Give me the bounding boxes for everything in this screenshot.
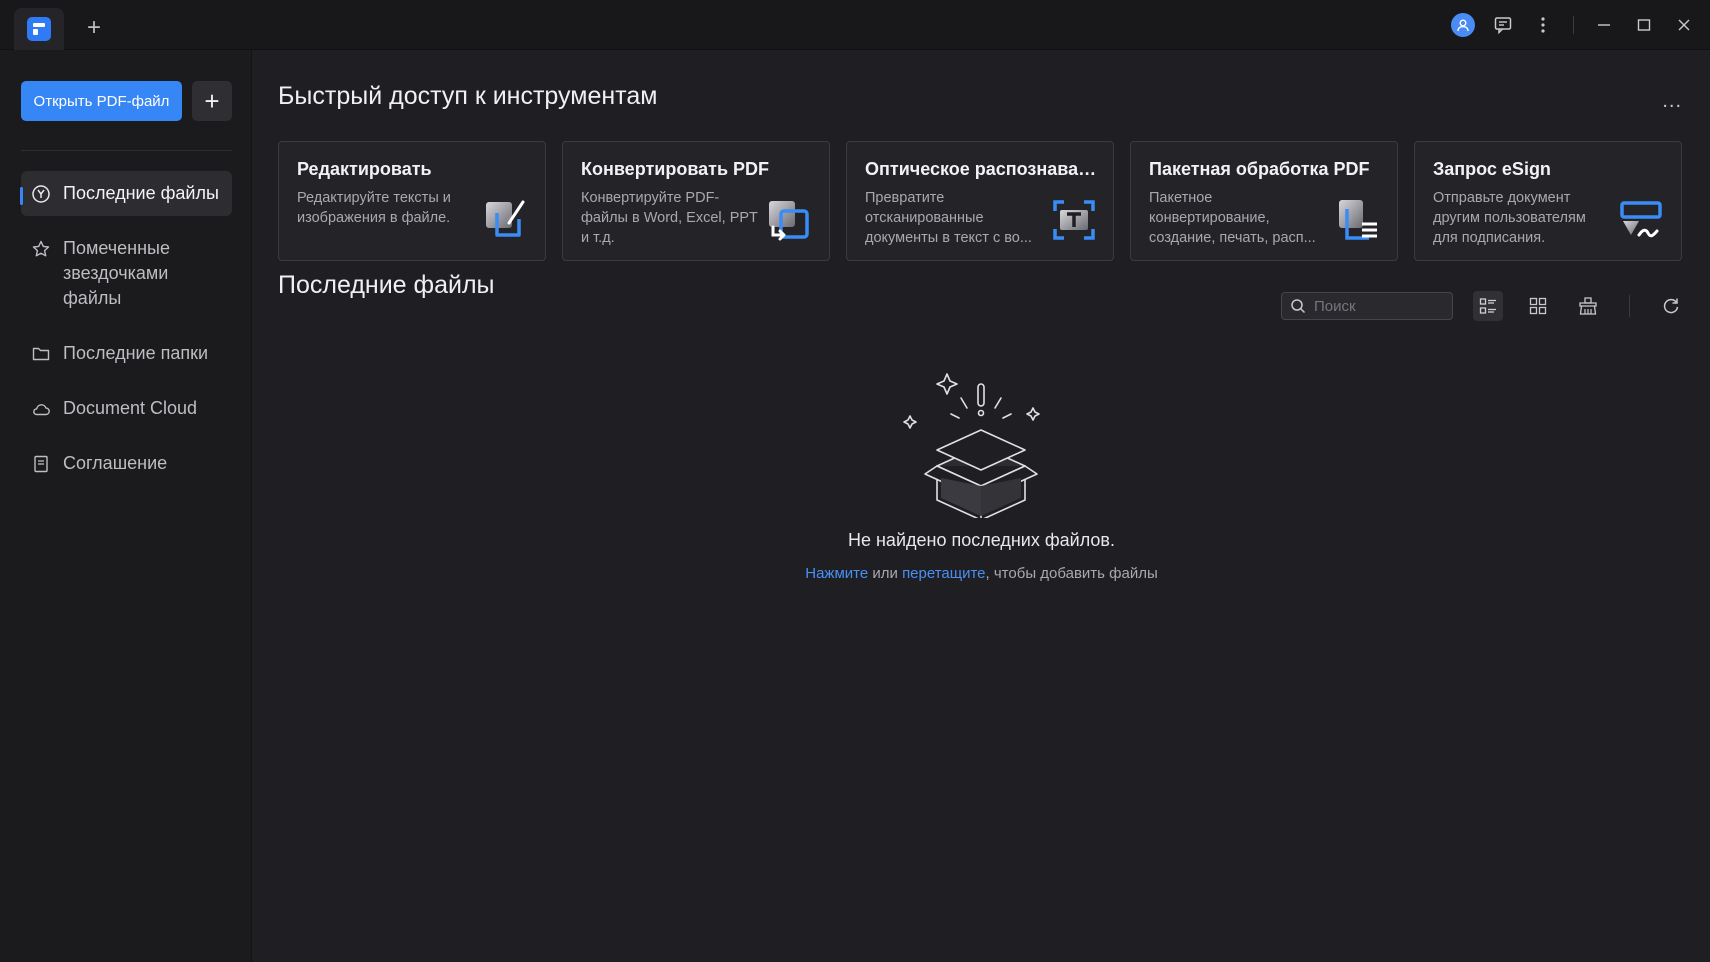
empty-box-illustration <box>903 373 1040 518</box>
tool-card-batch[interactable]: Пакетная обработка PDF Пакетное конверти… <box>1130 141 1398 261</box>
menu-button[interactable] <box>1525 8 1561 42</box>
quick-access-title: Быстрый доступ к инструментам <box>278 82 658 110</box>
search-input[interactable] <box>1314 297 1444 315</box>
card-description: Пакетное конвертирование, создание, печа… <box>1149 190 1316 246</box>
empty-state-hint: Нажмите или перетащите, чтобы добавить ф… <box>253 565 1710 582</box>
tool-card-convert[interactable]: Конвертировать PDF Конвертируйте PDF-фай… <box>562 141 830 261</box>
app-logo-icon <box>27 17 51 41</box>
grid-view-button[interactable] <box>1523 291 1553 321</box>
sidebar-item-label: Соглашение <box>63 453 168 473</box>
card-title: Оптическое распознаван... <box>865 159 1103 179</box>
tool-card-edit[interactable]: Редактировать Редактируйте тексты и изоб… <box>278 141 546 261</box>
more-vertical-icon <box>1541 17 1545 33</box>
sidebar-item-label: Помеченные звездочками файлы <box>63 238 170 308</box>
list-view-icon <box>1479 298 1496 314</box>
sidebar-item-label: Последние файлы <box>63 183 219 203</box>
minimize-button[interactable] <box>1586 8 1622 42</box>
sidebar-item-recent-files[interactable]: Последние файлы <box>20 171 232 216</box>
cloud-icon <box>31 396 51 421</box>
toolbar-separator <box>1629 295 1630 317</box>
card-title: Пакетная обработка PDF <box>1149 159 1370 179</box>
ocr-icon <box>1053 200 1095 240</box>
convert-icon <box>769 201 809 241</box>
main-content: Быстрый доступ к инструментам ... Редакт… <box>253 50 1710 962</box>
sidebar-item-label: Document Cloud <box>63 398 198 418</box>
tool-cards: Редактировать Редактируйте тексты и изоб… <box>278 141 1682 261</box>
sidebar-item-label: Последние папки <box>63 343 209 363</box>
sidebar-nav: Последние файлы Помеченные звездочками ф… <box>20 171 232 496</box>
card-description: Отправьте документ другим пользователям … <box>1433 190 1586 246</box>
folder-icon <box>31 341 51 366</box>
recent-toolbar <box>1281 291 1686 321</box>
edit-icon <box>486 200 525 237</box>
batch-icon <box>1339 200 1377 240</box>
card-title: Запрос eSign <box>1433 159 1551 179</box>
hint-rest-text: , чтобы добавить файлы <box>985 565 1158 582</box>
search-box[interactable] <box>1281 292 1453 320</box>
title-bar: + <box>0 0 1710 50</box>
tool-card-esign[interactable]: Запрос eSign Отправьте документ другим п… <box>1414 141 1682 261</box>
close-icon <box>1678 19 1690 31</box>
titlebar-separator <box>1573 16 1574 34</box>
minimize-icon <box>1598 24 1610 26</box>
chat-icon <box>1494 17 1512 35</box>
sidebar-item-document-cloud[interactable]: Document Cloud <box>21 386 232 431</box>
card-description: Редактируйте тексты и изображения в файл… <box>297 190 451 226</box>
empty-state-message: Не найдено последних файлов. <box>847 530 1115 550</box>
sidebar-item-agreement[interactable]: Соглашение <box>21 441 232 486</box>
clock-icon <box>31 181 51 206</box>
sidebar-item-starred-files[interactable]: Помеченные звездочками файлы <box>21 226 232 321</box>
document-icon <box>31 451 51 476</box>
drag-drop-link[interactable]: перетащите <box>902 565 985 582</box>
card-description: Превратите отсканированные документы в т… <box>865 190 1032 246</box>
recent-files-title: Последние файлы <box>278 271 495 299</box>
account-button[interactable] <box>1445 8 1481 42</box>
open-pdf-button[interactable]: Открыть PDF-файл <box>21 81 182 121</box>
new-tab-button[interactable]: + <box>80 14 108 42</box>
clear-list-button[interactable] <box>1573 291 1603 321</box>
feedback-button[interactable] <box>1485 8 1521 42</box>
sidebar-item-recent-folders[interactable]: Последние папки <box>21 331 232 376</box>
tool-card-ocr[interactable]: Оптическое распознаван... Превратите отс… <box>846 141 1114 261</box>
sidebar: Открыть PDF-файл + Последние файлы Помеч… <box>0 50 252 962</box>
esign-icon <box>1620 201 1662 238</box>
home-tab[interactable] <box>14 8 64 50</box>
refresh-icon <box>1663 298 1679 314</box>
user-avatar-icon <box>1451 13 1475 37</box>
broom-icon <box>1579 297 1597 315</box>
search-icon <box>1291 299 1306 314</box>
list-view-button[interactable] <box>1473 291 1503 321</box>
hint-or-text: или <box>868 565 903 582</box>
maximize-icon <box>1637 19 1651 31</box>
close-button[interactable] <box>1666 8 1702 42</box>
click-to-open-link[interactable]: Нажмите <box>805 565 868 582</box>
window-controls <box>1445 8 1702 42</box>
card-title: Редактировать <box>297 159 432 179</box>
star-icon <box>31 236 51 261</box>
quick-access-more-button[interactable]: ... <box>1662 90 1682 113</box>
grid-view-icon <box>1529 297 1547 315</box>
sidebar-divider <box>21 150 232 151</box>
refresh-button[interactable] <box>1656 291 1686 321</box>
maximize-button[interactable] <box>1626 8 1662 42</box>
card-description: Конвертируйте PDF-файлы в Word, Excel, P… <box>581 190 758 246</box>
card-title: Конвертировать PDF <box>581 159 770 179</box>
create-new-button[interactable]: + <box>192 81 232 121</box>
